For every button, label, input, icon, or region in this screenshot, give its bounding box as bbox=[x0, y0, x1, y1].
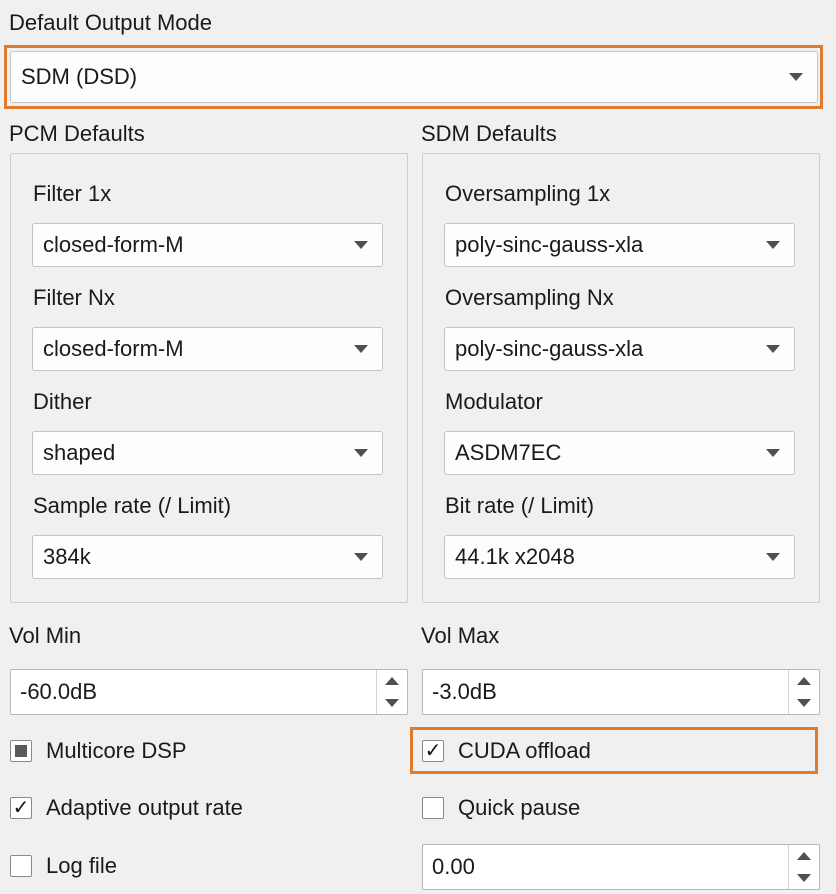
oversampling-nx-select[interactable]: poly-sinc-gauss-xla bbox=[444, 327, 795, 371]
sample-rate-select[interactable]: 384k bbox=[32, 535, 383, 579]
vol-min-increment-button[interactable] bbox=[377, 670, 407, 692]
vol-max-increment-button[interactable] bbox=[789, 670, 819, 692]
checkmark-icon: ✓ bbox=[10, 797, 32, 819]
chevron-down-icon bbox=[766, 345, 780, 353]
adaptive-output-rate-checkbox[interactable]: ✓ Adaptive output rate bbox=[10, 795, 243, 821]
partial-check-icon bbox=[10, 740, 32, 762]
bit-rate-value: 44.1k x2048 bbox=[455, 544, 575, 569]
chevron-up-icon bbox=[797, 677, 811, 685]
modulator-label: Modulator bbox=[445, 389, 543, 414]
dither-value: shaped bbox=[43, 440, 116, 465]
log-file-checkbox[interactable]: Log file bbox=[10, 853, 117, 879]
dither-select[interactable]: shaped bbox=[32, 431, 383, 475]
chevron-down-icon bbox=[766, 553, 780, 561]
oversampling-nx-value: poly-sinc-gauss-xla bbox=[455, 336, 644, 361]
oversampling-1x-select[interactable]: poly-sinc-gauss-xla bbox=[444, 223, 795, 267]
chevron-down-icon bbox=[354, 553, 368, 561]
chevron-down-icon bbox=[354, 241, 368, 249]
chevron-down-icon bbox=[797, 699, 811, 707]
pcm-defaults-title: PCM Defaults bbox=[9, 121, 145, 146]
dither-label: Dither bbox=[33, 389, 92, 414]
vol-max-stepper bbox=[788, 670, 819, 714]
empty-checkbox-icon bbox=[10, 855, 32, 877]
log-file-label: Log file bbox=[46, 853, 117, 878]
chevron-up-icon bbox=[385, 677, 399, 685]
chevron-down-icon bbox=[766, 241, 780, 249]
sample-rate-label: Sample rate (/ Limit) bbox=[33, 493, 232, 518]
vol-max-label: Vol Max bbox=[421, 623, 500, 648]
quick-pause-stepper bbox=[788, 845, 819, 889]
quick-pause-checkbox[interactable]: Quick pause bbox=[422, 795, 580, 821]
vol-max-decrement-button[interactable] bbox=[789, 692, 819, 714]
vol-min-label: Vol Min bbox=[9, 623, 82, 648]
filter-nx-value: closed-form-M bbox=[43, 336, 184, 361]
vol-max-spinbox[interactable]: -3.0dB bbox=[422, 669, 820, 715]
chevron-down-icon bbox=[797, 874, 811, 882]
modulator-value: ASDM7EC bbox=[455, 440, 562, 465]
vol-min-spinbox[interactable]: -60.0dB bbox=[10, 669, 408, 715]
filter-1x-label: Filter 1x bbox=[33, 181, 112, 206]
cuda-offload-highlight bbox=[410, 727, 818, 774]
bit-rate-select[interactable]: 44.1k x2048 bbox=[444, 535, 795, 579]
sample-rate-value: 384k bbox=[43, 544, 91, 569]
vol-max-value: -3.0dB bbox=[432, 679, 497, 704]
modulator-select[interactable]: ASDM7EC bbox=[444, 431, 795, 475]
output-mode-highlight bbox=[4, 45, 823, 109]
vol-min-value: -60.0dB bbox=[20, 679, 98, 704]
filter-nx-label: Filter Nx bbox=[33, 285, 115, 310]
chevron-down-icon bbox=[354, 345, 368, 353]
chevron-up-icon bbox=[797, 852, 811, 860]
quick-pause-label: Quick pause bbox=[458, 795, 581, 820]
quick-pause-decrement-button[interactable] bbox=[789, 867, 819, 889]
chevron-down-icon bbox=[766, 449, 780, 457]
bit-rate-label: Bit rate (/ Limit) bbox=[445, 493, 595, 518]
filter-1x-value: closed-form-M bbox=[43, 232, 184, 257]
quick-pause-value: 0.00 bbox=[432, 854, 475, 879]
output-mode-label: Default Output Mode bbox=[9, 10, 213, 35]
quick-pause-spinbox[interactable]: 0.00 bbox=[422, 844, 820, 890]
multicore-dsp-label: Multicore DSP bbox=[46, 738, 187, 763]
vol-min-stepper bbox=[376, 670, 407, 714]
multicore-dsp-checkbox[interactable]: Multicore DSP bbox=[10, 738, 187, 764]
oversampling-nx-label: Oversampling Nx bbox=[445, 285, 614, 310]
oversampling-1x-label: Oversampling 1x bbox=[445, 181, 611, 206]
adaptive-output-rate-label: Adaptive output rate bbox=[46, 795, 243, 820]
filter-1x-select[interactable]: closed-form-M bbox=[32, 223, 383, 267]
vol-min-decrement-button[interactable] bbox=[377, 692, 407, 714]
sdm-defaults-title: SDM Defaults bbox=[421, 121, 557, 146]
oversampling-1x-value: poly-sinc-gauss-xla bbox=[455, 232, 644, 257]
chevron-down-icon bbox=[354, 449, 368, 457]
filter-nx-select[interactable]: closed-form-M bbox=[32, 327, 383, 371]
quick-pause-increment-button[interactable] bbox=[789, 845, 819, 867]
chevron-down-icon bbox=[385, 699, 399, 707]
empty-checkbox-icon bbox=[422, 797, 444, 819]
